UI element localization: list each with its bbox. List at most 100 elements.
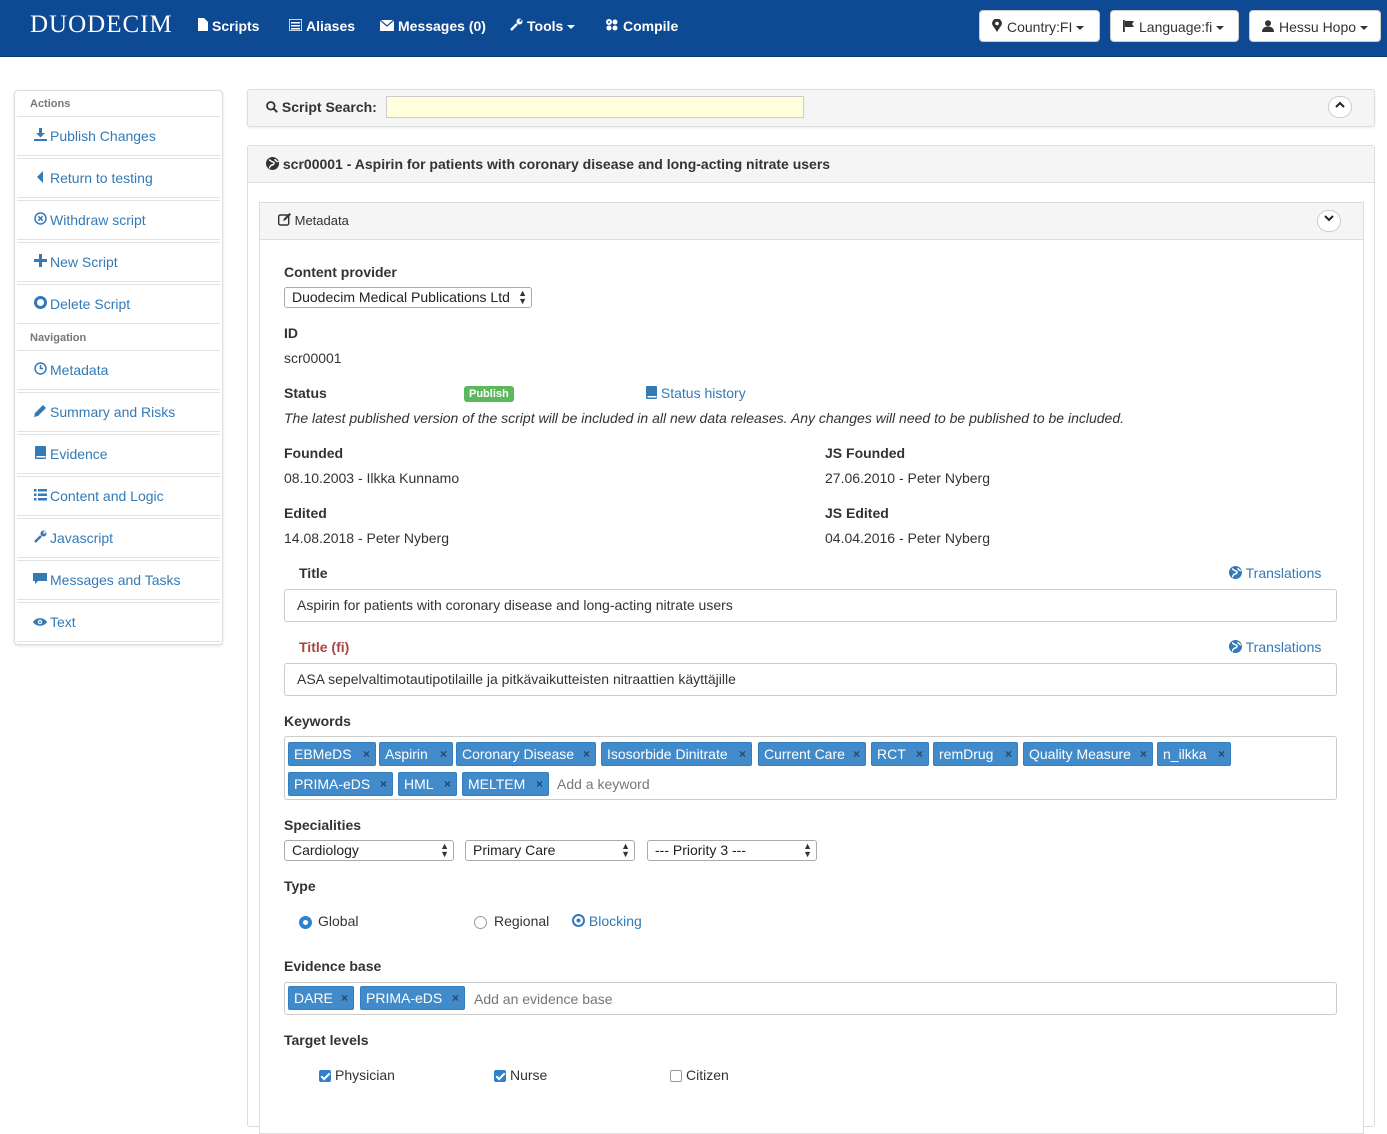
keyword-tag: RCT × [871,742,929,766]
remove-tag-icon[interactable]: × [536,773,543,795]
country-dropdown[interactable]: Country:FI [979,10,1100,42]
sidebar-item-evidence[interactable]: Evidence [17,434,220,474]
globe-icon [1229,639,1242,655]
specialities-label: Specialities [284,817,362,833]
remove-tag-icon[interactable]: × [440,743,447,765]
keyword-tag: Aspirin × [379,742,453,766]
minus-circle-icon [32,285,48,323]
title-fi-translations-link[interactable]: Translations [1229,639,1321,655]
sidebar-item-text[interactable]: Text [17,602,220,642]
sidebar-item-messages-and-tasks[interactable]: Messages and Tasks [17,560,220,600]
nav-aliases[interactable]: Aliases [288,18,355,34]
collapse-search-button[interactable] [1328,96,1352,118]
evidence-placeholder[interactable]: Add an evidence base [474,991,613,1007]
wrench-icon [510,18,523,34]
script-search-input[interactable] [386,96,804,118]
keyword-tag: Coronary Disease × [456,742,596,766]
remove-tag-icon[interactable]: × [363,743,370,765]
pencil-icon [32,393,48,431]
keyword-placeholder[interactable]: Add a keyword [557,776,650,792]
wrench-icon [32,519,48,557]
nav-tools[interactable]: Tools [510,18,576,34]
sidebar: Actions Publish Changes Return to testin… [14,90,223,645]
keywords-input[interactable]: EBMeDS × Aspirin × Coronary Disease × Isoso… [284,736,1337,800]
keyword-tag: Quality Measure × [1023,742,1153,766]
keyword-tag: HML × [398,772,457,796]
status-history-link[interactable]: Status history [646,385,746,401]
user-label: Hessu Hopo [1279,19,1357,35]
type-blocking-link[interactable]: Blocking [572,913,642,929]
book-icon [32,435,48,473]
remove-tag-icon[interactable]: × [1005,743,1012,765]
sidebar-item-label: Withdraw script [50,212,146,228]
chevron-down-icon [1360,26,1369,31]
sidebar-item-delete-script[interactable]: Delete Script [17,284,220,324]
brand-logo[interactable]: DUODECIM [30,11,173,39]
founded-label: Founded [284,445,344,461]
type-regional-label: Regional [494,913,550,929]
remove-tag-icon[interactable]: × [583,743,590,765]
sidebar-item-return-to-testing[interactable]: Return to testing [17,158,220,198]
type-global-radio[interactable] [299,916,312,929]
title-label: Title [299,565,328,581]
title-translations-link[interactable]: Translations [1229,565,1321,581]
sidebar-item-javascript[interactable]: Javascript [17,518,220,558]
sidebar-item-summary-and-risks[interactable]: Summary and Risks [17,392,220,432]
sidebar-item-new-script[interactable]: New Script [17,242,220,282]
remove-tag-icon[interactable]: × [444,773,451,795]
user-dropdown[interactable]: Hessu Hopo [1249,10,1381,42]
sidebar-item-content-and-logic[interactable]: Content and Logic [17,476,220,516]
chevron-down-icon [1216,26,1225,31]
speciality-select-2[interactable]: Primary Care ▲ ▼ [465,840,635,861]
remove-tag-icon[interactable]: × [380,773,387,795]
status-label: Status [284,385,327,401]
sidebar-item-publish-changes[interactable]: Publish Changes [17,116,220,156]
remove-tag-icon[interactable]: × [853,743,860,765]
sidebar-item-withdraw-script[interactable]: Withdraw script [17,200,220,240]
id-label: ID [284,325,298,341]
sidebar-item-label: Messages and Tasks [50,572,181,588]
sidebar-item-metadata[interactable]: Metadata [17,350,220,390]
sidebar-item-label: New Script [50,254,118,270]
sidebar-item-label: Javascript [50,530,114,546]
target-physician-checkbox[interactable] [319,1070,331,1082]
chevron-up-icon [1335,100,1345,112]
target-nurse-checkbox[interactable] [494,1070,506,1082]
globe-icon [1229,565,1242,581]
book-icon [646,385,657,401]
cogs-icon [605,18,619,34]
evidence-base-input[interactable]: DARE × PRIMA-eDS × Add an evidence base [284,982,1337,1015]
edit-icon [277,213,291,228]
navigation-header: Navigation [30,332,87,344]
plus-icon [32,243,48,281]
flag-icon [1123,19,1134,35]
content-provider-label: Content provider [284,264,397,280]
language-dropdown[interactable]: Language:fi [1110,10,1239,42]
remove-tag-icon[interactable]: × [916,743,923,765]
remove-tag-icon[interactable]: × [1140,743,1147,765]
speciality-select-1[interactable]: Cardiology ▲ ▼ [284,840,454,861]
type-label: Type [284,878,316,894]
top-navbar: DUODECIM Scripts Aliases Messages (0) To… [0,0,1387,57]
title-input[interactable]: Aspirin for patients with coronary disea… [284,589,1337,622]
title-fi-input[interactable]: ASA sepelvaltimotautipotilaille ja pitkä… [284,663,1337,696]
sidebar-item-label: Evidence [50,446,108,462]
remove-tag-icon[interactable]: × [1218,743,1225,765]
eye-icon [32,603,48,641]
content-provider-select[interactable]: Duodecim Medical Publications Ltd ▲ ▼ [284,287,532,308]
founded-value: 08.10.2003 - Ilkka Kunnamo [284,470,460,486]
remove-tag-icon[interactable]: × [739,743,746,765]
nav-messages[interactable]: Messages (0) [379,18,486,34]
sidebar-item-label: Publish Changes [50,128,156,144]
type-regional-radio[interactable] [474,916,487,929]
edited-label: Edited [284,505,327,521]
nav-compile[interactable]: Compile [605,18,678,34]
sidebar-item-label: Return to testing [50,170,153,186]
keyword-tag: n_ilkka × [1157,742,1231,766]
remove-tag-icon[interactable]: × [452,987,459,1009]
priority-select[interactable]: --- Priority 3 --- ▲ ▼ [647,840,817,861]
nav-scripts[interactable]: Scripts [197,18,259,34]
target-citizen-checkbox[interactable] [670,1070,682,1082]
collapse-metadata-button[interactable] [1317,210,1341,232]
remove-tag-icon[interactable]: × [341,987,348,1009]
